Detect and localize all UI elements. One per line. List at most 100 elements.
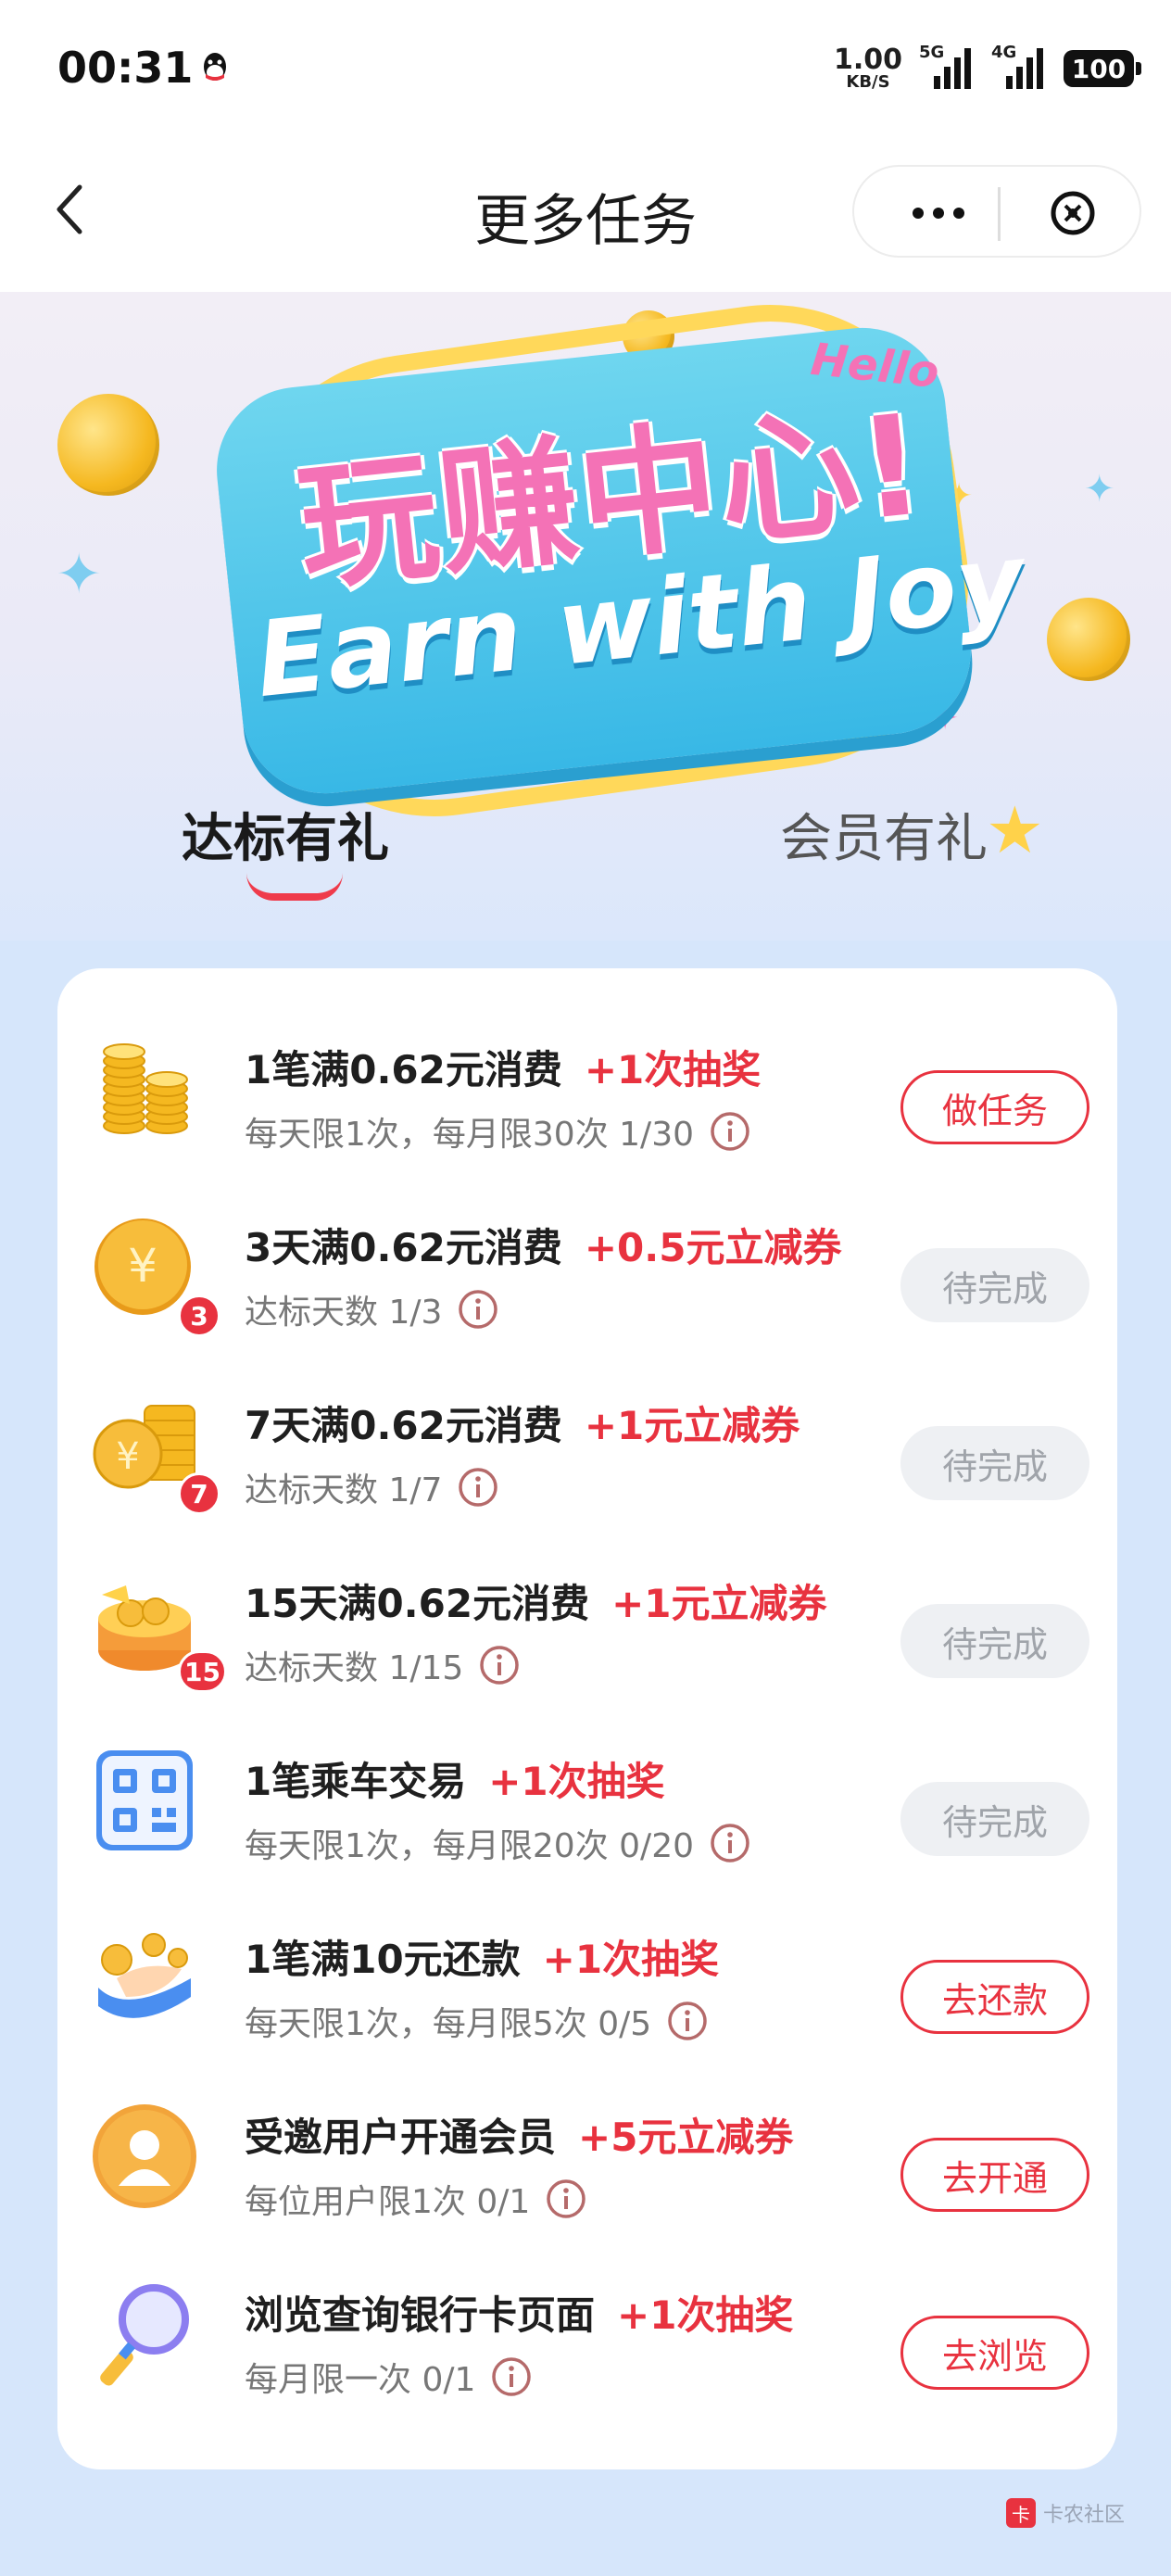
task-subtitle-text: 达标天数 1/15 bbox=[245, 1649, 464, 1687]
info-icon[interactable] bbox=[666, 2000, 709, 2042]
task-subtitle: 每月限一次 0/1 bbox=[245, 2353, 533, 2401]
info-icon[interactable] bbox=[545, 2178, 587, 2220]
promo-banner: ✦ ✦ ✦ ✦ Hello 玩赚中心! Earn with Joy 达标有礼 会… bbox=[0, 292, 1171, 941]
watermark: 卡 卡农社区 bbox=[1006, 2498, 1125, 2528]
repay-button[interactable]: 去还款 bbox=[900, 1960, 1089, 2034]
task-title: 浏览查询银行卡页面 +1次抽奖 bbox=[245, 2284, 793, 2341]
info-icon[interactable] bbox=[490, 2355, 533, 2398]
task-subtitle: 达标天数 1/15 bbox=[245, 1641, 521, 1689]
task-subtitle: 每天限1次，每月限30次 1/30 bbox=[245, 1107, 751, 1155]
task-title: 受邀用户开通会员 +5元立减券 bbox=[245, 2106, 793, 2163]
task-title: 1笔满0.62元消费 +1次抽奖 bbox=[245, 1039, 761, 1095]
task-item: ¥ 3 3天满0.62元消费 +0.5元立减券 达标天数 1/3 待完成 bbox=[57, 1193, 1117, 1370]
hand-coins-icon bbox=[98, 1933, 191, 2018]
task-subtitle: 达标天数 1/7 bbox=[245, 1463, 499, 1511]
task-title-text: 3天满0.62元消费 bbox=[245, 1225, 562, 1270]
info-icon[interactable] bbox=[478, 1644, 521, 1686]
task-subtitle-text: 达标天数 1/7 bbox=[245, 1471, 443, 1509]
net-speed-unit: KB/S bbox=[846, 72, 890, 92]
miniapp-capsule bbox=[852, 165, 1141, 258]
close-icon[interactable] bbox=[1049, 189, 1097, 237]
active-tab-indicator bbox=[246, 873, 343, 901]
info-icon[interactable] bbox=[457, 1288, 499, 1331]
task-title-text: 7天满0.62元消费 bbox=[245, 1403, 562, 1448]
task-item: 1笔乘车交易 +1次抽奖 每天限1次，每月限20次 0/20 待完成 bbox=[57, 1726, 1117, 1904]
task-title: 1笔乘车交易 +1次抽奖 bbox=[245, 1750, 665, 1807]
task-subtitle-text: 每天限1次，每月限30次 1/30 bbox=[245, 1116, 694, 1154]
signal-5g-label: 5G bbox=[919, 43, 945, 62]
task-title: 15天满0.62元消费 +1元立减券 bbox=[245, 1572, 827, 1629]
task-title: 3天满0.62元消费 +0.5元立减券 bbox=[245, 1217, 841, 1273]
tab-standard-rewards[interactable]: 达标有礼 bbox=[182, 797, 389, 872]
task-subtitle-text: 每位用户限1次 0/1 bbox=[245, 2183, 531, 2221]
task-title-text: 1笔满0.62元消费 bbox=[245, 1047, 562, 1092]
task-title-text: 浏览查询银行卡页面 bbox=[245, 2292, 596, 2338]
task-title-text: 1笔满10元还款 bbox=[245, 1937, 521, 1982]
task-reward: +1元立减券 bbox=[611, 1581, 827, 1626]
pending-button[interactable]: 待完成 bbox=[900, 1604, 1089, 1678]
pending-button[interactable]: 待完成 bbox=[900, 1782, 1089, 1856]
star-icon: ★ bbox=[986, 792, 1044, 868]
task-list-card: 1笔满0.62元消费 +1次抽奖 每天限1次，每月限30次 1/30 做任务 ¥ … bbox=[57, 968, 1117, 2469]
star-sparkle-icon: ✦ bbox=[56, 542, 103, 607]
watermark-text: 卡农社区 bbox=[1043, 2504, 1126, 2527]
task-subtitle: 每位用户限1次 0/1 bbox=[245, 2175, 587, 2223]
star-sparkle-icon: ✦ bbox=[1084, 468, 1115, 511]
task-badge: 7 bbox=[178, 1472, 220, 1515]
watermark-logo-icon: 卡 bbox=[1006, 2498, 1036, 2528]
qr-code-icon bbox=[96, 1750, 193, 1850]
task-title: 7天满0.62元消费 +1元立减券 bbox=[245, 1395, 800, 1451]
task-subtitle: 每天限1次，每月限20次 0/20 bbox=[245, 1819, 751, 1867]
do-task-button[interactable]: 做任务 bbox=[900, 1070, 1089, 1144]
task-subtitle-text: 达标天数 1/3 bbox=[245, 1294, 443, 1332]
coin-decoration-icon bbox=[1047, 598, 1130, 681]
status-time: 00:31 bbox=[57, 43, 194, 93]
task-subtitle: 每天限1次，每月限5次 0/5 bbox=[245, 1997, 709, 2045]
task-reward: +1元立减券 bbox=[584, 1403, 800, 1448]
info-icon[interactable] bbox=[709, 1110, 751, 1153]
net-speed: 1.00 KB/S bbox=[834, 46, 902, 91]
svg-text:¥: ¥ bbox=[128, 1239, 157, 1293]
qq-icon bbox=[204, 53, 226, 81]
battery-icon: 100 bbox=[1064, 50, 1141, 87]
task-subtitle: 达标天数 1/3 bbox=[245, 1285, 499, 1333]
signal-5g-icon: 5G bbox=[919, 43, 975, 89]
task-reward: +5元立减券 bbox=[578, 2115, 794, 2160]
info-icon[interactable] bbox=[457, 1466, 499, 1509]
coin-decoration-icon bbox=[57, 394, 159, 496]
status-bar: 00:31 1.00 KB/S 5G 4G 100 bbox=[0, 0, 1171, 139]
task-badge: 3 bbox=[178, 1294, 220, 1337]
task-title-text: 15天满0.62元消费 bbox=[245, 1581, 590, 1626]
browse-button[interactable]: 去浏览 bbox=[900, 2316, 1089, 2390]
tab-member-rewards[interactable]: 会员有礼 bbox=[780, 797, 988, 872]
task-subtitle-text: 每月限一次 0/1 bbox=[245, 2361, 476, 2399]
user-avatar-icon bbox=[93, 2104, 196, 2208]
net-speed-value: 1.00 bbox=[833, 44, 902, 76]
more-options-icon[interactable] bbox=[897, 200, 980, 226]
task-item: 1笔满10元还款 +1次抽奖 每天限1次，每月限5次 0/5 去还款 bbox=[57, 1904, 1117, 2082]
task-title: 1笔满10元还款 +1次抽奖 bbox=[245, 1928, 719, 1985]
svg-text:¥: ¥ bbox=[116, 1435, 139, 1478]
task-reward: +1次抽奖 bbox=[617, 2292, 794, 2338]
pending-button[interactable]: 待完成 bbox=[900, 1248, 1089, 1322]
signal-4g-icon: 4G bbox=[991, 43, 1047, 89]
pending-button[interactable]: 待完成 bbox=[900, 1426, 1089, 1500]
task-item: ¥ 7 7天满0.62元消费 +1元立减券 达标天数 1/7 待完成 bbox=[57, 1370, 1117, 1548]
task-title-text: 1笔乘车交易 bbox=[245, 1759, 467, 1804]
signal-4g-label: 4G bbox=[991, 43, 1017, 62]
task-item: 受邀用户开通会员 +5元立减券 每位用户限1次 0/1 去开通 bbox=[57, 2082, 1117, 2260]
magnifier-icon bbox=[100, 2284, 189, 2386]
task-subtitle-text: 每天限1次，每月限20次 0/20 bbox=[245, 1827, 694, 1865]
task-title-text: 受邀用户开通会员 bbox=[245, 2115, 557, 2160]
task-reward: +1次抽奖 bbox=[584, 1047, 762, 1092]
info-icon[interactable] bbox=[709, 1822, 751, 1864]
task-subtitle-text: 每天限1次，每月限5次 0/5 bbox=[245, 2005, 652, 2043]
gold-coins-stack-icon bbox=[103, 1043, 188, 1134]
task-badge: 15 bbox=[178, 1650, 227, 1693]
status-indicators: 1.00 KB/S 5G 4G 100 bbox=[834, 43, 1141, 95]
task-reward: +1次抽奖 bbox=[542, 1937, 720, 1982]
task-reward: +1次抽奖 bbox=[488, 1759, 665, 1804]
task-item: 浏览查询银行卡页面 +1次抽奖 每月限一次 0/1 去浏览 bbox=[57, 2260, 1117, 2438]
capsule-divider bbox=[998, 187, 1001, 241]
activate-button[interactable]: 去开通 bbox=[900, 2138, 1089, 2212]
